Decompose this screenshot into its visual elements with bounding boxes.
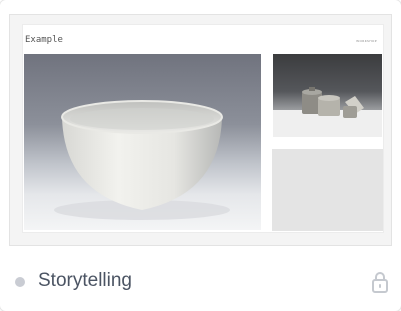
template-title[interactable]: Storytelling [38,270,132,292]
dot-indicator-icon [15,277,25,287]
image-placeholder [272,149,383,231]
template-card[interactable]: Example WORKSHOP Storytelling [0,0,401,311]
template-preview[interactable]: Example WORKSHOP [9,14,392,246]
card-footer: Storytelling [0,250,401,311]
page: Example WORKSHOP Storytelling [0,0,401,311]
jars-photo [273,54,382,137]
bowl-photo [24,54,261,230]
slide-title: Example [25,35,63,45]
slide-thumbnail: Example WORKSHOP [22,24,384,233]
slide-meta-label: WORKSHOP [356,39,377,43]
lock-icon[interactable] [371,270,389,294]
